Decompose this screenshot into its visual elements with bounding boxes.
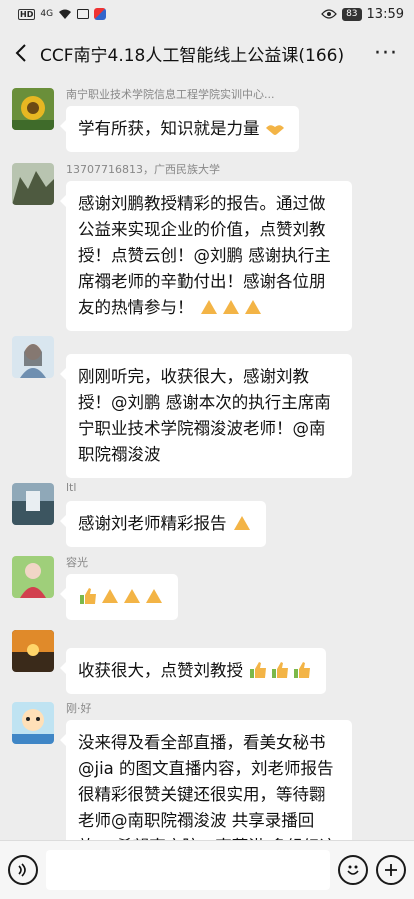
plus-icon <box>385 864 397 876</box>
avatar[interactable] <box>12 630 54 672</box>
message-text: 收获很大，点赞刘教授 <box>78 661 243 680</box>
pray-emoji-icon <box>200 300 217 314</box>
message-bubble[interactable]: 收获很大，点赞刘教授 <box>59 648 327 694</box>
message-input[interactable] <box>46 850 330 890</box>
back-button[interactable] <box>6 33 36 73</box>
pray-emoji-icon <box>102 589 118 603</box>
clock: 13:59 <box>366 6 404 22</box>
chat-header: CCF南宁4.18人工智能线上公益课(166) ··· <box>0 28 414 78</box>
message-text: 没来得及看全部直播，看美女秘书@jia 的图文直播内容，刘老师报告很精彩很赞关键… <box>78 733 336 840</box>
input-bar <box>0 840 414 899</box>
sender-name: 13707716813，广西民族大学 <box>66 163 220 176</box>
pray-emoji-icon <box>222 300 239 314</box>
message-bubble[interactable]: 没来得及看全部直播，看美女秘书@jia 的图文直播内容，刘老师报告很精彩很赞关键… <box>60 720 352 840</box>
more-actions-button[interactable] <box>376 855 406 885</box>
thumbs-up-emoji-icon <box>250 662 267 678</box>
message-list[interactable]: 南宁职业技术学院信息工程学院实训中心... 学有所获，知识就是力量 137077… <box>0 78 414 840</box>
avatar[interactable] <box>12 88 54 130</box>
chat-title: CCF南宁4.18人工智能线上公益课(166) <box>40 45 345 66</box>
sender-name: 南宁职业技术学院信息工程学院实训中心... <box>66 88 275 101</box>
sender-name: 容光 <box>66 556 88 569</box>
more-dots-icon: ··· <box>374 40 398 66</box>
avatar[interactable] <box>12 702 54 744</box>
pray-emoji-icon <box>233 516 250 530</box>
voice-icon <box>18 863 26 877</box>
thumbs-up-emoji-icon <box>294 662 311 678</box>
message-bubble[interactable]: 感谢刘老师精彩报告 <box>60 501 266 547</box>
thumbs-up-emoji-icon <box>272 662 289 678</box>
message-icon <box>77 9 90 19</box>
wifi-icon <box>59 9 72 19</box>
message-bubble[interactable]: 刚刚听完，收获很大，感谢刘教授！@刘鹏 感谢本次的执行主席南宁职业技术学院禤浚波… <box>60 354 352 478</box>
app-notification-icon <box>94 8 107 20</box>
avatar[interactable] <box>12 163 54 205</box>
signal-icon: 4G <box>40 9 54 19</box>
eye-icon <box>321 9 337 19</box>
handshake-emoji-icon <box>265 125 284 135</box>
avatar[interactable] <box>12 336 54 378</box>
back-arrow-icon <box>15 44 26 62</box>
pray-emoji-icon <box>124 589 140 603</box>
pray-emoji-icon <box>244 300 261 314</box>
avatar[interactable] <box>12 483 54 525</box>
thumbs-up-emoji-icon <box>80 588 96 604</box>
pray-emoji-icon <box>146 589 162 603</box>
voice-button[interactable] <box>8 855 38 885</box>
message-bubble[interactable]: 感谢刘鹏教授精彩的报告。通过做公益来实现企业的价值，点赞刘教授！点赞云创！@刘鹏… <box>60 181 352 331</box>
message-bubble[interactable] <box>60 574 178 620</box>
avatar[interactable] <box>12 556 54 598</box>
hd-badge: HD <box>18 8 36 20</box>
smiley-icon <box>347 865 359 875</box>
message-text: 感谢刘老师精彩报告 <box>78 514 227 533</box>
battery-level: 83 <box>342 7 362 21</box>
status-bar: HD 4G 83 13:59 <box>0 0 414 28</box>
more-options-button[interactable]: ··· <box>368 33 404 73</box>
sender-name: ltl <box>66 481 77 494</box>
message-text: 学有所获，知识就是力量 <box>78 119 260 138</box>
message-text: 刚刚听完，收获很大，感谢刘教授！@刘鹏 感谢本次的执行主席南宁职业技术学院禤浚波… <box>78 367 331 464</box>
message-bubble[interactable]: 学有所获，知识就是力量 <box>60 106 299 152</box>
emoji-button[interactable] <box>338 855 368 885</box>
sender-name: 刚·好 <box>66 702 92 715</box>
